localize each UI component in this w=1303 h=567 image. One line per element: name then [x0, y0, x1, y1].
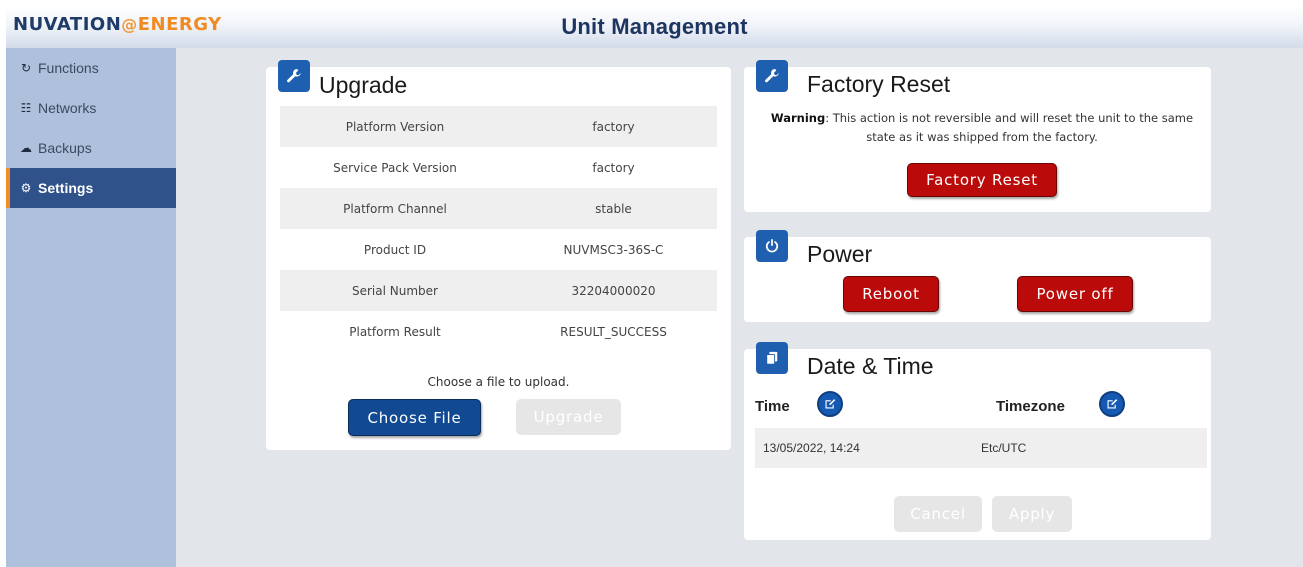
sidebar-item-label: Functions	[38, 60, 99, 76]
power-card: Power Reboot Power off	[744, 230, 1211, 322]
row-value: factory	[592, 160, 635, 175]
table-row: Product ID NUVMSC3-36S-C	[280, 229, 717, 270]
factory-reset-title: Factory Reset	[807, 71, 951, 97]
warning-text: : This action is not reversible and will…	[825, 111, 1194, 144]
edit-time-icon[interactable]	[817, 391, 843, 417]
row-value: NUVMSC3-36S-C	[563, 242, 664, 257]
table-row: Platform Channel stable	[280, 188, 717, 229]
header-bar: NUVATION@ENERGY Unit Management	[6, 6, 1303, 48]
row-key: Product ID	[363, 242, 427, 257]
date-time-card: Date & Time Time Timezone 13/05/2022, 14…	[744, 342, 1211, 540]
time-value: 13/05/2022, 14:24	[763, 441, 860, 455]
gear-icon: ⚙	[20, 181, 32, 195]
choose-file-button[interactable]: Choose File	[348, 399, 481, 436]
cancel-button[interactable]: Cancel	[894, 496, 982, 532]
date-time-title: Date & Time	[807, 353, 934, 379]
sidebar-item-label: Networks	[38, 100, 97, 116]
row-key: Serial Number	[352, 283, 438, 298]
timezone-label: Timezone	[996, 398, 1065, 415]
page-title: Unit Management	[561, 14, 748, 39]
date-time-row: 13/05/2022, 14:24 Etc/UTC	[755, 428, 1207, 468]
wrench-icon	[756, 60, 788, 92]
factory-reset-button[interactable]: Factory Reset	[907, 163, 1057, 197]
cloud-icon: ☁	[20, 141, 32, 155]
table-row: Serial Number 32204000020	[280, 270, 717, 311]
sidebar-item-label: Backups	[38, 140, 92, 156]
sidebar: ↻ Functions ☷ Networks ☁ Backups ⚙ Setti…	[6, 48, 176, 567]
upgrade-card: Upgrade Platform Version factory Service…	[266, 60, 731, 450]
row-value: stable	[595, 201, 632, 216]
factory-reset-card: Factory Reset Warning: This action is no…	[744, 60, 1211, 212]
warning-label: Warning	[770, 111, 826, 125]
app-window: NUVATION@ENERGY Unit Management ↻ Functi…	[6, 6, 1303, 567]
table-row: Platform Version factory	[280, 106, 717, 147]
sidebar-item-functions[interactable]: ↻ Functions	[6, 48, 176, 88]
timezone-value: Etc/UTC	[981, 441, 1027, 455]
upgrade-title: Upgrade	[319, 72, 408, 98]
table-row: Platform Result RESULT_SUCCESS	[280, 311, 717, 352]
table-row: Service Pack Version factory	[280, 147, 717, 188]
sidebar-item-networks[interactable]: ☷ Networks	[6, 88, 176, 128]
upload-instruction: Choose a file to upload.	[427, 375, 570, 389]
row-key: Service Pack Version	[333, 160, 457, 175]
sidebar-item-label: Settings	[38, 180, 94, 196]
sidebar-item-backups[interactable]: ☁ Backups	[6, 128, 176, 168]
power-off-button[interactable]: Power off	[1017, 276, 1133, 312]
row-key: Platform Result	[349, 324, 441, 339]
refresh-icon: ↻	[20, 61, 32, 75]
upgrade-button[interactable]: Upgrade	[516, 399, 621, 435]
row-key: Platform Version	[345, 119, 445, 134]
time-label: Time	[755, 398, 790, 415]
row-value: 32204000020	[571, 283, 656, 298]
sidebar-item-settings[interactable]: ⚙ Settings	[6, 168, 176, 208]
factory-reset-warning: Warning: This action is not reversible a…	[762, 109, 1202, 147]
wrench-icon	[278, 60, 310, 92]
copy-icon	[756, 342, 788, 374]
network-icon: ☷	[20, 101, 32, 115]
edit-timezone-icon[interactable]	[1099, 391, 1125, 417]
row-key: Platform Channel	[343, 201, 447, 216]
reboot-button[interactable]: Reboot	[843, 276, 939, 312]
upgrade-info-table: Platform Version factory Service Pack Ve…	[280, 106, 717, 352]
power-title: Power	[807, 241, 873, 267]
row-value: RESULT_SUCCESS	[560, 324, 667, 339]
row-value: factory	[592, 119, 635, 134]
power-icon	[756, 230, 788, 262]
apply-button[interactable]: Apply	[992, 496, 1072, 532]
